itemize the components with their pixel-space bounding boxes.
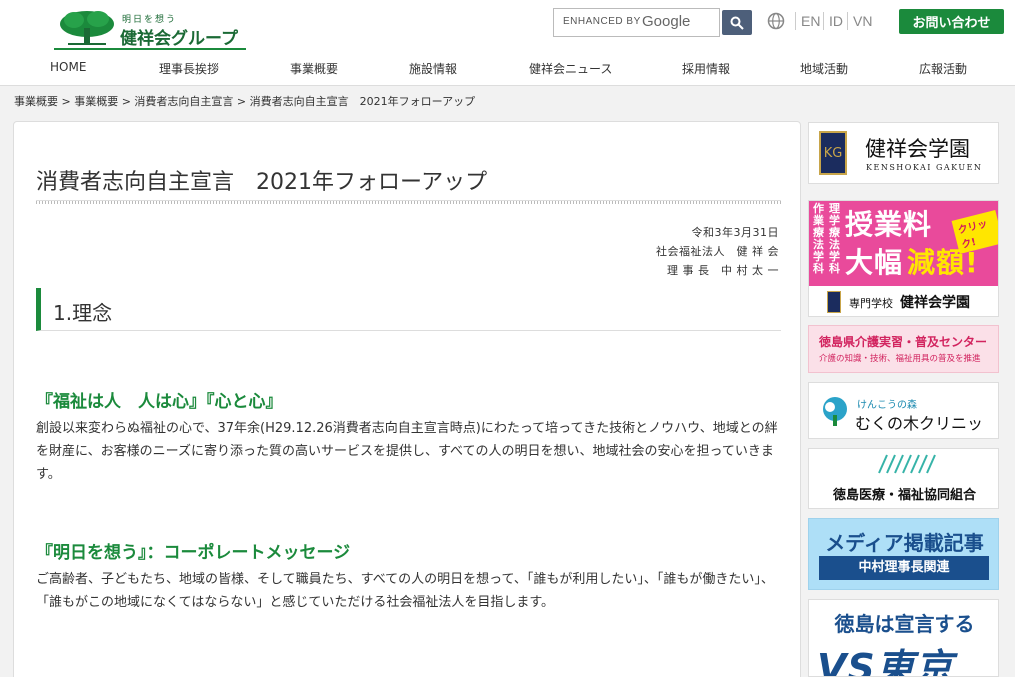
banner-tuition[interactable]: 作業療法学科 理学療法学科 授業料 大幅 減額! クリック! 専門学校 健祥会学… (808, 200, 999, 317)
banner-gakuen[interactable]: KG 健祥会学園 KENSHOKAI GAKUEN (808, 122, 999, 184)
nav-facilities[interactable]: 施設情報 (409, 60, 457, 77)
search-button[interactable] (722, 10, 752, 35)
banner-media[interactable]: メディア掲載記事 中村理事長関連 (808, 518, 999, 590)
care-center-subtitle: 介護の知識・技術、福祉用具の普及を推進 (819, 354, 981, 364)
logo-name: 健祥会グループ (120, 29, 238, 49)
tuition-line1: 授業料 (845, 208, 933, 241)
lang-vn[interactable]: VN (853, 13, 872, 29)
nav-home[interactable]: HOME (50, 60, 86, 74)
breadcrumb[interactable]: 事業概要 > 事業概要 > 消費者志向自主宣言 > 消費者志向自主宣言 2021… (14, 93, 475, 109)
banner-clinic[interactable]: けんこうの森 むくの木クリニック (808, 382, 999, 439)
subheading-philosophy: 『福祉は人 人は心』『心と心』 (36, 392, 283, 412)
nav-greeting[interactable]: 理事長挨拶 (159, 60, 219, 77)
signature-org: 社会福祉法人 健 祥 会 (656, 245, 779, 258)
coop-name: 徳島医療・福祉協同組合 (832, 488, 976, 503)
section-heading: 1.理念 (36, 288, 781, 331)
clinic-leaf-icon (823, 397, 847, 426)
school-name: 健祥会学園 (900, 295, 970, 311)
school-label: 専門学校 (849, 297, 893, 310)
title-divider (36, 200, 781, 204)
lang-separator (823, 12, 824, 30)
tokushima-title: 徳島は宣言する (834, 612, 975, 636)
page-title: 消費者志向自主宣言 2021年フォローアップ (36, 170, 488, 195)
lang-separator (847, 12, 848, 30)
nav-business[interactable]: 事業概要 (290, 60, 338, 77)
site-header: 明日を想う 健祥会グループ ENHANCED BY Google EN ID V… (0, 0, 1015, 86)
search-icon (730, 16, 744, 30)
search-label: ENHANCED BY (563, 16, 641, 27)
tuition-dept-ot: 作業療法学科 (813, 202, 824, 275)
nav-recruit[interactable]: 採用情報 (682, 60, 730, 77)
main-content: 消費者志向自主宣言 2021年フォローアップ 令和3年3月31日 社会福祉法人 … (13, 121, 801, 677)
search-brand: Google (642, 13, 691, 30)
subheading-message: 『明日を想う』：コーポレートメッセージ (36, 543, 351, 563)
tokushima-vs-tokyo: VS東京 (817, 646, 954, 677)
tree-logo-icon (60, 11, 114, 45)
banner-coop[interactable]: 徳島医療・福祉協同組合 (808, 448, 999, 509)
paragraph-philosophy: 創設以来変わらぬ福祉の心で、37年余(H29.12.26消費者志向自主宣言時点)… (36, 421, 778, 482)
tuition-dept-pt: 理学療法学科 (829, 202, 840, 275)
lang-en[interactable]: EN (801, 13, 820, 29)
section-heading-text: 1.理念 (53, 301, 113, 325)
signature-date: 令和3年3月31日 (691, 226, 779, 239)
paragraph-message: ご高齢者、子どもたち、地域の皆様、そして職員たち、すべての人の明日を想って、「誰… (36, 572, 774, 610)
gakuen-emblem-icon: KG (819, 131, 847, 175)
banner-tokushima[interactable]: 徳島は宣言する VS東京 (808, 599, 999, 677)
main-nav: HOME 理事長挨拶 事業概要 施設情報 健祥会ニュース 採用情報 地域活動 広… (0, 58, 1015, 80)
nav-community[interactable]: 地域活動 (800, 60, 848, 77)
gakuen-name: 健祥会学園 (865, 137, 970, 161)
tuition-banner-top: 作業療法学科 理学療法学科 授業料 大幅 減額! クリック! (809, 201, 998, 286)
school-emblem-icon (827, 291, 841, 313)
tuition-banner-bottom: 専門学校 健祥会学園 (809, 287, 998, 316)
media-subtitle: 中村理事長関連 (819, 556, 989, 580)
banner-care-center[interactable]: 徳島県介護実習・普及センター 介護の知識・技術、福祉用具の普及を推進 (808, 325, 999, 373)
search-input[interactable]: ENHANCED BY Google (553, 8, 720, 37)
tuition-click-badge: クリック! (951, 210, 998, 254)
nav-news[interactable]: 健祥会ニュース (529, 60, 612, 77)
site-logo[interactable]: 明日を想う 健祥会グループ (54, 10, 246, 50)
media-title: メディア掲載記事 (825, 531, 984, 555)
contact-button[interactable]: お問い合わせ (899, 9, 1004, 34)
coop-mark-icon (878, 454, 936, 474)
clinic-subtitle: けんこうの森 (857, 400, 917, 411)
signature-name: 理 事 長 中 村 太 一 (667, 264, 779, 277)
globe-icon[interactable] (767, 12, 785, 30)
lang-separator (795, 12, 796, 30)
clinic-name: むくの木クリニック (855, 414, 984, 433)
tuition-line2a: 大幅 (845, 246, 904, 279)
lang-id[interactable]: ID (829, 13, 843, 29)
nav-pr[interactable]: 広報活動 (919, 60, 967, 77)
gakuen-name-en: KENSHOKAI GAKUEN (866, 163, 983, 172)
care-center-title: 徳島県介護実習・普及センター (819, 335, 988, 349)
